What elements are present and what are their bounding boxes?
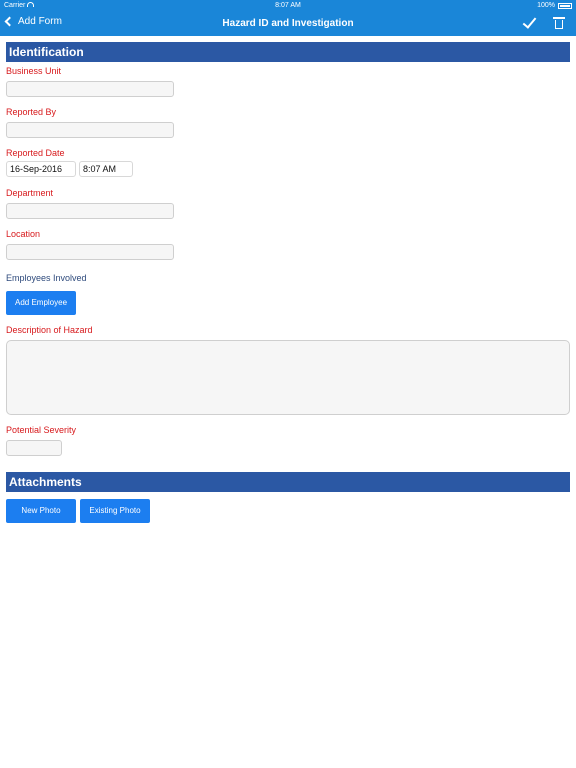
description-label: Description of Hazard bbox=[6, 325, 93, 335]
trash-lid bbox=[553, 17, 565, 19]
reported-date-input[interactable]: 16-Sep-2016 bbox=[6, 161, 76, 177]
location-label: Location bbox=[6, 229, 41, 239]
potential-severity-field[interactable] bbox=[6, 440, 62, 456]
status-time: 8:07 AM bbox=[275, 2, 301, 9]
description-textarea[interactable] bbox=[6, 340, 570, 415]
navigation-bar: Add Form Hazard ID and Investigation bbox=[0, 12, 576, 36]
page-title: Hazard ID and Investigation bbox=[222, 18, 354, 29]
section-header-attachments: Attachments bbox=[6, 472, 570, 492]
location-field[interactable] bbox=[6, 244, 174, 260]
existing-photo-button[interactable]: Existing Photo bbox=[80, 499, 150, 523]
battery-icon bbox=[558, 2, 572, 9]
status-bar: Carrier 8:07 AM 100% bbox=[0, 0, 576, 12]
section-header-identification: Identification bbox=[6, 42, 570, 62]
department-field[interactable] bbox=[6, 203, 174, 219]
reported-date-label: Reported Date bbox=[6, 148, 65, 158]
battery-percent: 100% bbox=[537, 2, 555, 9]
trash-icon[interactable] bbox=[553, 17, 565, 30]
add-employee-button[interactable]: Add Employee bbox=[6, 291, 76, 315]
potential-severity-label: Potential Severity bbox=[6, 425, 77, 435]
business-unit-label: Business Unit bbox=[6, 66, 62, 76]
reported-by-label: Reported By bbox=[6, 107, 57, 117]
employees-involved-label: Employees Involved bbox=[6, 273, 87, 283]
trash-body bbox=[555, 20, 563, 29]
checkmark-icon[interactable] bbox=[522, 14, 536, 32]
reported-by-field[interactable] bbox=[6, 122, 174, 138]
battery-indicator: 100% bbox=[537, 2, 572, 9]
business-unit-field[interactable] bbox=[6, 81, 174, 97]
reported-time-input[interactable]: 8:07 AM bbox=[79, 161, 133, 177]
department-label: Department bbox=[6, 188, 54, 198]
new-photo-button[interactable]: New Photo bbox=[6, 499, 76, 523]
